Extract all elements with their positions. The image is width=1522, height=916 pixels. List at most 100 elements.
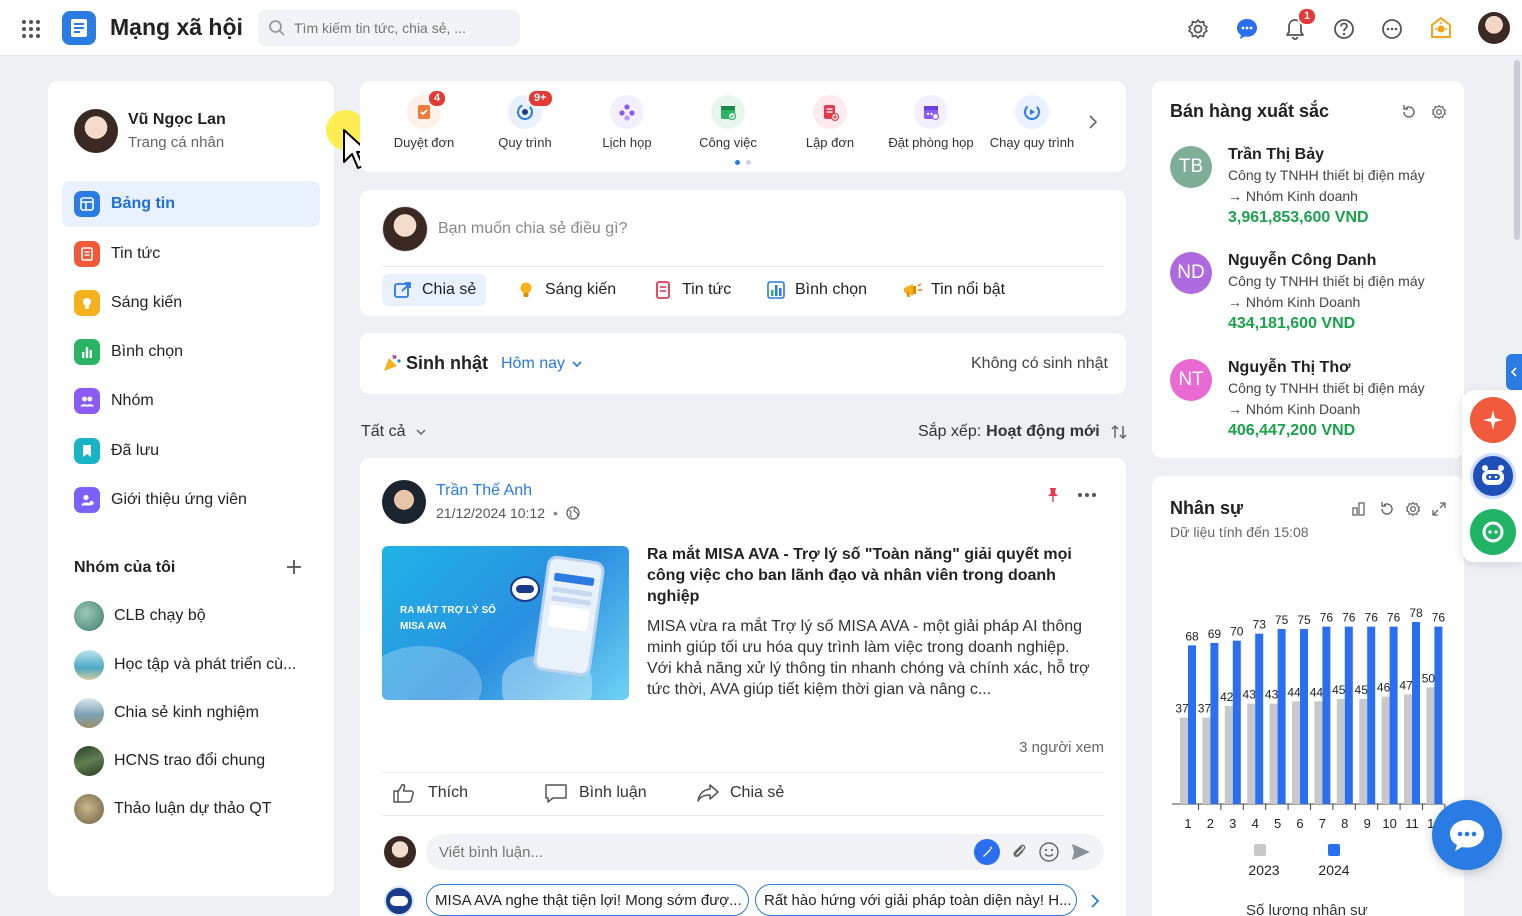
refresh-icon[interactable] bbox=[1400, 103, 1418, 121]
side-panel-toggle[interactable] bbox=[1506, 354, 1522, 390]
comment-input[interactable] bbox=[439, 843, 969, 861]
app-approve[interactable]: 4 Duyệt đơn bbox=[374, 89, 474, 150]
messenger-button[interactable] bbox=[1432, 800, 1502, 870]
bar-2024-11[interactable] bbox=[1412, 622, 1420, 804]
seller-item[interactable]: TB Trần Thị Bảy Công ty TNHH thiết bị đi… bbox=[1170, 144, 1460, 234]
app-create-form[interactable]: Lập đơn bbox=[780, 91, 880, 150]
page-scrollbar[interactable] bbox=[1514, 60, 1520, 240]
page-dot[interactable] bbox=[746, 160, 751, 165]
author-name[interactable]: Trần Thế Anh bbox=[436, 482, 532, 500]
legend-label-2023[interactable]: 2023 bbox=[1248, 862, 1279, 878]
bar-2023-2[interactable] bbox=[1202, 717, 1211, 804]
chat-bubble-icon[interactable] bbox=[1234, 16, 1260, 42]
app-meeting[interactable]: Lịch họp bbox=[577, 91, 677, 150]
app-task[interactable]: Công việc bbox=[678, 91, 778, 150]
user-avatar[interactable] bbox=[1478, 12, 1510, 44]
page-dot-active[interactable] bbox=[735, 160, 740, 165]
post-more-icon[interactable] bbox=[1076, 488, 1098, 502]
expand-icon[interactable] bbox=[1430, 500, 1448, 518]
app-grid-icon[interactable] bbox=[20, 18, 42, 40]
group-item[interactable]: HCNS trao đổi chung bbox=[74, 746, 324, 776]
send-icon[interactable] bbox=[1070, 842, 1092, 862]
sort-control[interactable]: Sắp xếp: Hoạt động mới bbox=[918, 423, 1128, 441]
search-input[interactable] bbox=[294, 20, 509, 36]
initiative-post-button[interactable]: Sáng kiến bbox=[505, 274, 626, 306]
settings-gear-icon[interactable] bbox=[1185, 16, 1211, 42]
legend-label-2024[interactable]: 2024 bbox=[1318, 862, 1349, 878]
share-button[interactable]: Chia sẻ bbox=[696, 782, 784, 804]
pin-icon[interactable] bbox=[1046, 486, 1060, 504]
chart-type-icon[interactable] bbox=[1350, 500, 1368, 518]
app-room-booking[interactable]: Đặt phòng họp bbox=[881, 91, 981, 150]
post-image[interactable]: RA MẮT TRỢ LÝ SỐ MISA AVA bbox=[382, 546, 629, 700]
search-box[interactable] bbox=[258, 10, 520, 46]
like-button[interactable]: Thích bbox=[392, 782, 468, 804]
bar-2023-3[interactable] bbox=[1224, 706, 1233, 804]
composer-input[interactable]: Bạn muốn chia sẻ điều gì? bbox=[438, 220, 627, 238]
view-count[interactable]: 3 người xem bbox=[1019, 739, 1104, 756]
bar-2023-12[interactable] bbox=[1426, 687, 1435, 804]
sidebar-item-news[interactable]: Tin tức bbox=[62, 231, 320, 277]
news-post-button[interactable]: Tin tức bbox=[642, 274, 741, 306]
bar-2023-10[interactable] bbox=[1381, 696, 1390, 804]
bar-2023-11[interactable] bbox=[1404, 694, 1412, 804]
suggestion-chip[interactable]: Rất hào hứng với giải pháp toàn diện này… bbox=[755, 884, 1077, 916]
attachment-icon[interactable] bbox=[1010, 842, 1028, 862]
sidebar-item-saved[interactable]: Đã lưu bbox=[62, 428, 320, 474]
bar-2024-8[interactable] bbox=[1344, 626, 1353, 804]
bar-2024-5[interactable] bbox=[1277, 629, 1286, 804]
bar-2023-6[interactable] bbox=[1292, 701, 1300, 804]
group-item[interactable]: CLB chạy bộ bbox=[74, 601, 324, 631]
add-group-icon[interactable] bbox=[284, 557, 304, 577]
legend-swatch-2024[interactable] bbox=[1328, 844, 1340, 856]
widget-settings-icon[interactable] bbox=[1430, 103, 1448, 121]
post-title[interactable]: Ra mắt MISA AVA - Trợ lý số "Toàn năng" … bbox=[647, 544, 1085, 607]
poll-post-button[interactable]: Bình chọn bbox=[755, 274, 877, 306]
app-run-process[interactable]: Chạy quy trình bbox=[982, 91, 1082, 150]
bar-2023-7[interactable] bbox=[1314, 701, 1323, 804]
group-item[interactable]: Chia sẻ kinh nghiệm bbox=[74, 698, 324, 728]
bar-2023-8[interactable] bbox=[1336, 699, 1345, 804]
legend-swatch-2023[interactable] bbox=[1254, 844, 1266, 856]
bar-2024-4[interactable] bbox=[1255, 633, 1264, 804]
comment-button[interactable]: Bình luận bbox=[544, 782, 647, 804]
profile-avatar[interactable] bbox=[74, 109, 118, 153]
help-icon[interactable] bbox=[1331, 16, 1357, 42]
support-button[interactable] bbox=[1470, 509, 1516, 555]
highlight-post-button[interactable]: Tin nổi bật bbox=[891, 274, 1015, 306]
more-options-icon[interactable] bbox=[1379, 16, 1405, 42]
bar-2023-4[interactable] bbox=[1247, 703, 1256, 804]
bar-2023-9[interactable] bbox=[1359, 699, 1368, 804]
bar-2023-1[interactable] bbox=[1180, 717, 1188, 804]
next-chevron-icon[interactable] bbox=[1084, 111, 1102, 133]
ava-assistant-button[interactable] bbox=[1470, 453, 1516, 499]
bar-2024-2[interactable] bbox=[1210, 643, 1219, 804]
group-item[interactable]: Học tập và phát triển cù... bbox=[74, 650, 324, 680]
bar-2024-3[interactable] bbox=[1232, 640, 1241, 804]
widget-settings-icon[interactable] bbox=[1404, 500, 1422, 518]
share-post-button[interactable]: Chia sẻ bbox=[382, 274, 487, 306]
sidebar-item-groups[interactable]: Nhóm bbox=[62, 378, 320, 424]
feed-filter-dropdown[interactable]: Tất cả bbox=[361, 423, 427, 441]
bar-2024-10[interactable] bbox=[1389, 626, 1398, 804]
birthday-filter-dropdown[interactable]: Hôm nay bbox=[501, 355, 583, 373]
profile-name[interactable]: Vũ Ngọc Lan bbox=[128, 111, 226, 129]
ai-spark-button[interactable] bbox=[1470, 397, 1516, 443]
refresh-icon[interactable] bbox=[1378, 500, 1396, 518]
bar-2024-1[interactable] bbox=[1188, 645, 1196, 804]
sidebar-item-initiatives[interactable]: Sáng kiến bbox=[62, 280, 320, 326]
bar-2024-12[interactable] bbox=[1434, 626, 1443, 804]
seller-item[interactable]: ND Nguyễn Công Danh Công ty TNHH thiết b… bbox=[1170, 250, 1460, 340]
bar-2023-5[interactable] bbox=[1269, 703, 1278, 804]
comment-box[interactable] bbox=[426, 834, 1104, 870]
sidebar-item-newsfeed[interactable]: Bảng tin bbox=[62, 181, 320, 227]
sidebar-item-polls[interactable]: Bình chọn bbox=[62, 329, 320, 375]
suggestions-next-icon[interactable] bbox=[1088, 892, 1102, 910]
group-item[interactable]: Thảo luận dự thảo QT bbox=[74, 794, 324, 824]
app-process[interactable]: 9+ Quy trình bbox=[475, 89, 575, 150]
seller-item[interactable]: NT Nguyễn Thị Thơ Công ty TNHH thiết bị … bbox=[1170, 357, 1460, 447]
suggestion-chip[interactable]: MISA AVA nghe thật tiện lợi! Mong sớm đư… bbox=[426, 884, 749, 916]
emoji-icon[interactable] bbox=[1038, 841, 1060, 863]
author-avatar[interactable] bbox=[382, 480, 426, 524]
bar-2024-6[interactable] bbox=[1300, 629, 1308, 804]
